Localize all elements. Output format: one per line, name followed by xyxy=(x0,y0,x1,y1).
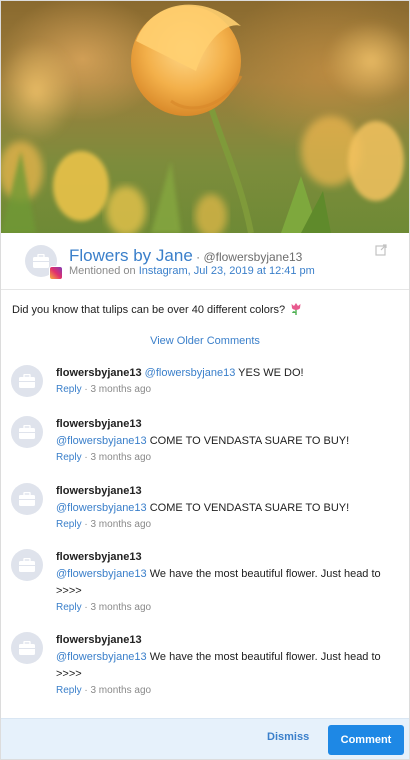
separator: · xyxy=(192,250,204,264)
comment-username[interactable]: flowersbyjane13 xyxy=(56,367,142,379)
comment-body: flowersbyjane13 @flowersbyjane13 We have … xyxy=(56,632,396,696)
reply-link[interactable]: Reply xyxy=(56,384,82,395)
briefcase-icon xyxy=(19,557,35,572)
comment-meta: Reply · 3 months ago xyxy=(56,602,396,613)
comment-button[interactable]: Comment xyxy=(328,725,404,755)
post-title: Flowers by Jane · @flowersbyjane13 xyxy=(69,246,302,266)
comment-content: flowersbyjane13 @flowersbyjane13 YES WE … xyxy=(56,365,396,382)
commenter-avatar[interactable] xyxy=(11,549,43,581)
briefcase-icon xyxy=(19,640,35,655)
comment-time: · 3 months ago xyxy=(81,602,152,613)
comment-time: · 3 months ago xyxy=(81,384,152,395)
post-date-link[interactable]: , Jul 23, 2019 at 12:41 pm xyxy=(188,265,315,277)
comment-time: · 3 months ago xyxy=(81,685,152,696)
post-meta: Mentioned on Instagram, Jul 23, 2019 at … xyxy=(69,265,315,277)
comment-meta: Reply · 3 months ago xyxy=(56,685,396,696)
reply-link[interactable]: Reply xyxy=(56,602,82,613)
action-footer: Dismiss Comment xyxy=(1,718,409,759)
comment-meta: Reply · 3 months ago xyxy=(56,452,396,463)
comment-username[interactable]: flowersbyjane13 xyxy=(56,485,142,497)
comment-text: COME TO VENDASTA SUARE TO BUY! xyxy=(146,502,350,514)
post-header: Flowers by Jane · @flowersbyjane13 Menti… xyxy=(1,233,409,290)
social-post-card: Flowers by Jane · @flowersbyjane13 Menti… xyxy=(0,0,410,760)
comment-meta: Reply · 3 months ago xyxy=(56,519,396,530)
briefcase-icon xyxy=(19,373,35,388)
briefcase-icon xyxy=(19,424,35,439)
comment-content: flowersbyjane13 @flowersbyjane13 COME TO … xyxy=(56,416,396,450)
tulip-photo xyxy=(1,4,409,233)
comment-body: flowersbyjane13 @flowersbyjane13 We have … xyxy=(56,549,396,613)
external-link-icon[interactable] xyxy=(375,244,387,256)
comment-text: YES WE DO! xyxy=(235,367,304,379)
page-handle: @flowersbyjane13 xyxy=(203,250,303,264)
comment-meta: Reply · 3 months ago xyxy=(56,384,396,395)
comment-mention[interactable]: @flowersbyjane13 xyxy=(145,367,236,379)
commenter-avatar[interactable] xyxy=(11,632,43,664)
comment-content: flowersbyjane13 @flowersbyjane13 We have … xyxy=(56,549,396,600)
briefcase-icon xyxy=(19,491,35,506)
post-body: Did you know that tulips can be over 40 … xyxy=(12,304,286,316)
instagram-icon xyxy=(49,266,63,280)
tulip-emoji xyxy=(291,303,301,315)
comment-username[interactable]: flowersbyjane13 xyxy=(56,634,142,646)
commenter-avatar[interactable] xyxy=(11,416,43,448)
briefcase-icon xyxy=(33,253,49,268)
comment-time: · 3 months ago xyxy=(81,452,152,463)
reply-link[interactable]: Reply xyxy=(56,685,82,696)
comment-time: · 3 months ago xyxy=(81,519,152,530)
comment-mention[interactable]: @flowersbyjane13 xyxy=(56,651,147,663)
mentioned-prefix: Mentioned on xyxy=(69,265,139,277)
comment-content: flowersbyjane13 @flowersbyjane13 We have … xyxy=(56,632,396,683)
comment-mention[interactable]: @flowersbyjane13 xyxy=(56,568,147,580)
comment-mention[interactable]: @flowersbyjane13 xyxy=(56,502,147,514)
reply-link[interactable]: Reply xyxy=(56,519,82,530)
comment-body: flowersbyjane13 @flowersbyjane13 COME TO … xyxy=(56,416,396,463)
comment-content: flowersbyjane13 @flowersbyjane13 COME TO … xyxy=(56,483,396,517)
page-name-link[interactable]: Flowers by Jane xyxy=(69,246,193,265)
commenter-avatar[interactable] xyxy=(11,365,43,397)
comment-text: COME TO VENDASTA SUARE TO BUY! xyxy=(146,435,350,447)
network-link[interactable]: Instagram xyxy=(139,265,188,277)
comment-username[interactable]: flowersbyjane13 xyxy=(56,551,142,563)
dismiss-button[interactable]: Dismiss xyxy=(267,731,309,743)
post-text: Did you know that tulips can be over 40 … xyxy=(12,302,302,316)
view-older-comments-link[interactable]: View Older Comments xyxy=(1,335,409,347)
comment-mention[interactable]: @flowersbyjane13 xyxy=(56,435,147,447)
reply-link[interactable]: Reply xyxy=(56,452,82,463)
comment-body: flowersbyjane13 @flowersbyjane13 COME TO … xyxy=(56,483,396,530)
comment-username[interactable]: flowersbyjane13 xyxy=(56,418,142,430)
comment-body: flowersbyjane13 @flowersbyjane13 YES WE … xyxy=(56,365,396,395)
post-image xyxy=(1,1,409,233)
commenter-avatar[interactable] xyxy=(11,483,43,515)
